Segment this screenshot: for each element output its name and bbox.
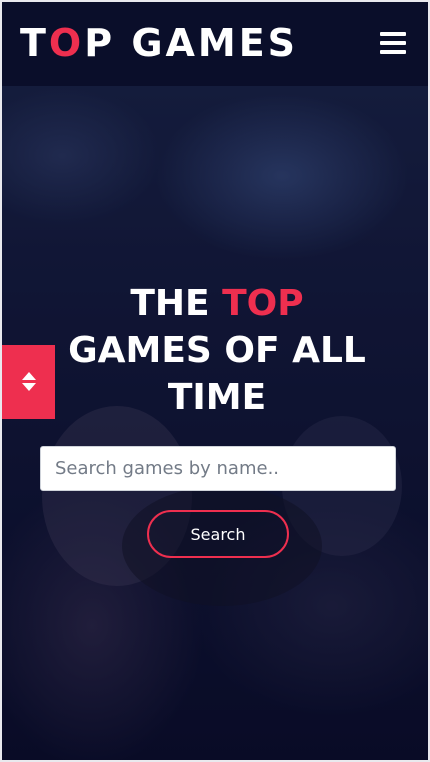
top-navbar: TOP GAMES bbox=[2, 2, 428, 86]
search-input[interactable] bbox=[40, 446, 396, 491]
up-arrow-icon bbox=[22, 372, 36, 380]
hamburger-icon[interactable] bbox=[380, 32, 406, 54]
hero-headline: THE TOP GAMES OF ALL TIME bbox=[68, 283, 366, 418]
down-arrow-icon bbox=[22, 383, 36, 391]
side-panel-toggle-button[interactable] bbox=[2, 345, 55, 419]
site-logo[interactable]: TOP GAMES bbox=[20, 24, 298, 62]
search-button[interactable]: Search bbox=[147, 510, 289, 558]
hero-background-image bbox=[2, 86, 428, 760]
page-frame: TOP GAMES THE TOP GAMES OF ALL TIME Sear… bbox=[0, 0, 430, 762]
